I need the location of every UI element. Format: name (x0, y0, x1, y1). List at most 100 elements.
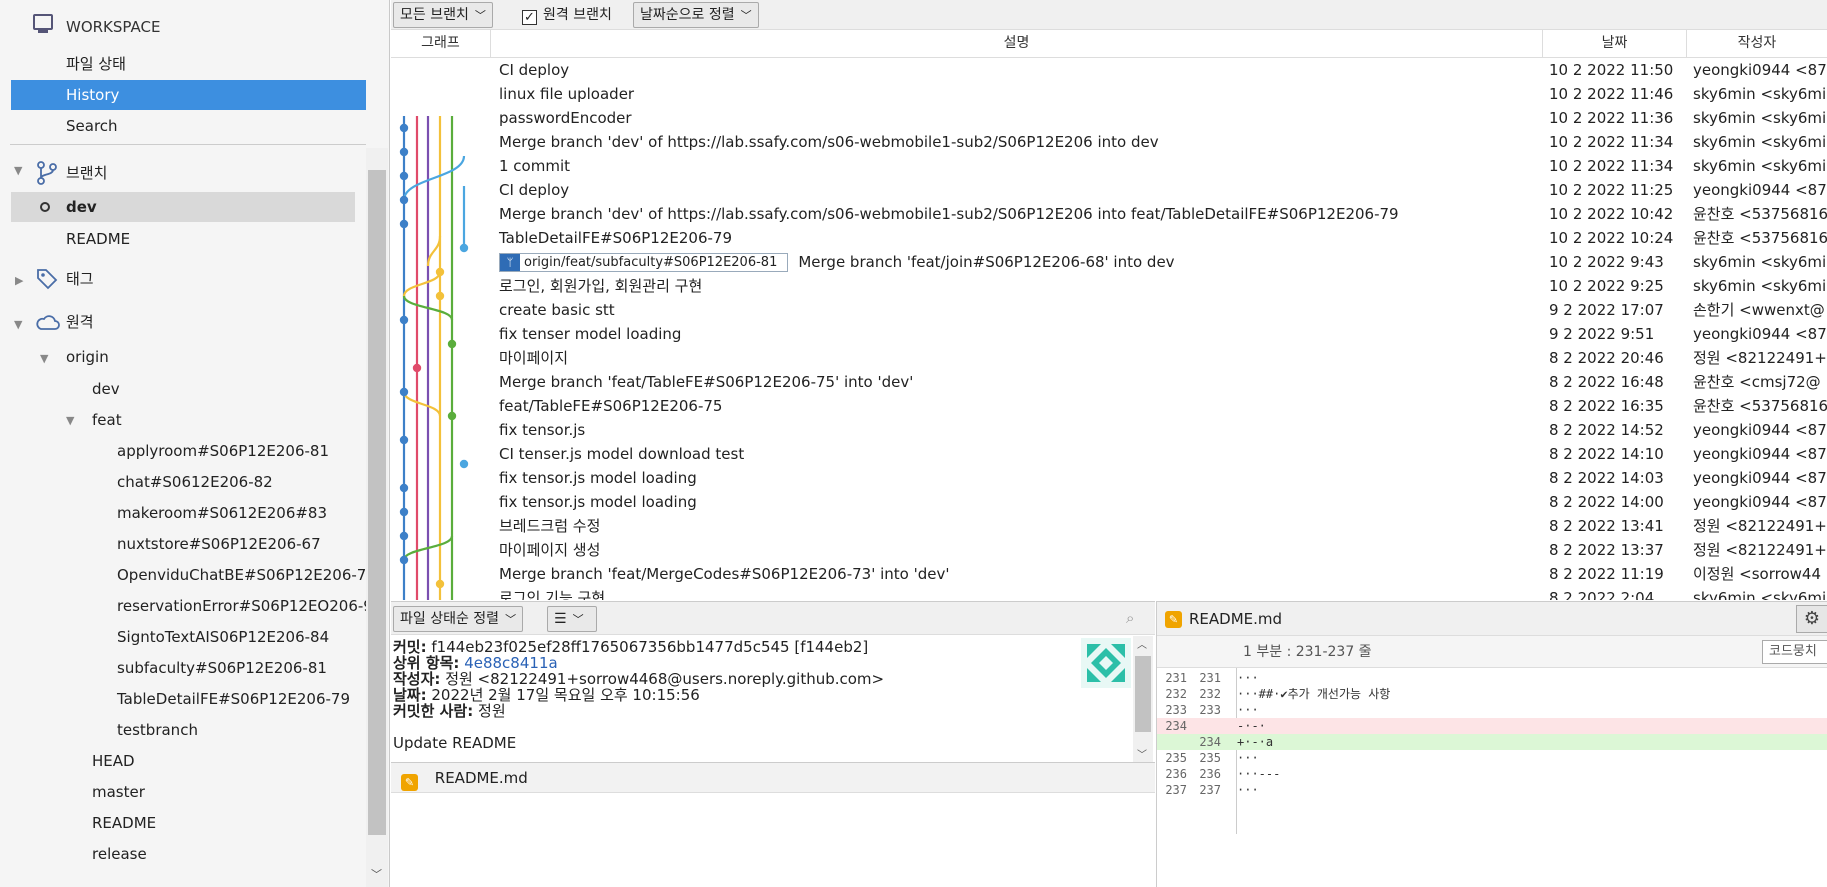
col-graph[interactable]: 그래프 (391, 30, 491, 58)
commit-row[interactable]: 로그인 기능 구현 8 2 2022 2:04 sky6min <sky6min (391, 586, 1827, 600)
commit-row[interactable]: CI deploy 10 2 2022 11:25 yeongki0944 <878 (391, 178, 1827, 202)
col-description[interactable]: 설명 (491, 30, 1543, 58)
sidebar-scroll-thumb[interactable] (368, 170, 386, 835)
remote-feat-branch[interactable]: applyroom#S06P12E206-81 (117, 436, 329, 466)
nav-history[interactable]: History (11, 80, 366, 110)
scroll-up-icon[interactable]: ︿ (1137, 636, 1147, 651)
commit-message: Merge branch 'feat/join#S06P12E206-68' i… (798, 253, 1175, 271)
commit-author: 윤찬호 <cmsj72@ (1693, 373, 1821, 391)
section-tags[interactable]: 태그 (66, 264, 94, 294)
diff-line: 235 235 ··· (1157, 750, 1827, 766)
remote-branch-head[interactable]: HEAD (92, 746, 135, 776)
search-icon[interactable]: ⌕ (1126, 609, 1134, 627)
new-line-number: 236 (1199, 767, 1221, 781)
col-author[interactable]: 작성자 (1687, 30, 1827, 58)
branch-readme[interactable]: README (66, 224, 130, 254)
chevron-down-icon[interactable]: ▼ (14, 318, 22, 331)
commit-row[interactable]: fix tensor.js model loading 8 2 2022 14:0… (391, 490, 1827, 514)
view-mode-dropdown[interactable]: ☰ ﹀ (547, 606, 597, 632)
chevron-down-icon: ﹀ (505, 613, 517, 626)
chevron-down-icon[interactable]: ▼ (40, 352, 48, 365)
commit-message: 브레드크럼 수정 (499, 517, 601, 535)
commit-row[interactable]: passwordEncoder 10 2 2022 11:36 sky6min <s… (391, 106, 1827, 130)
diff-line: 233 233 ··· (1157, 702, 1827, 718)
details-scroll-thumb[interactable] (1135, 656, 1151, 732)
scroll-down-icon[interactable]: ﹀ (371, 866, 382, 882)
commit-row[interactable]: 로그인, 회원가입, 회원관리 구현 10 2 2022 9:25 sky6min … (391, 274, 1827, 298)
commit-row[interactable]: Merge branch 'feat/TableFE#S06P12E206-75… (391, 370, 1827, 394)
commit-author: yeongki0944 <878 (1693, 181, 1827, 199)
commit-date: 10 2 2022 10:24 (1549, 229, 1674, 247)
section-remotes[interactable]: 원격 (66, 307, 94, 337)
remote-feat-branch[interactable]: TableDetailFE#S06P12E206-79 (117, 684, 350, 714)
commit-row[interactable]: linux file uploader 10 2 2022 11:46 sky6mi… (391, 82, 1827, 106)
gear-icon[interactable]: ⚙ (1796, 605, 1827, 633)
commit-row[interactable]: 1 commit 10 2 2022 11:34 sky6min <sky6min (391, 154, 1827, 178)
commit-row[interactable]: Merge branch 'feat/MergeCodes#S06P12E206… (391, 562, 1827, 586)
commit-row[interactable]: 브레드크럼 수정 8 2 2022 13:41 정원 <82122491+ (391, 514, 1827, 538)
col-date[interactable]: 날짜 (1543, 30, 1687, 58)
file-row[interactable]: ✎ README.md (391, 763, 1155, 793)
remote-folder-feat[interactable]: feat (92, 405, 122, 435)
all-branches-dropdown[interactable]: 모든 브랜치 ﹀ (393, 2, 493, 28)
commit-row[interactable]: 마이페이지 8 2 2022 20:46 정원 <82122491+ (391, 346, 1827, 370)
remote-branch-dev[interactable]: dev (92, 374, 120, 404)
chevron-down-icon[interactable]: ▼ (14, 164, 22, 177)
remote-branch-tag[interactable]: ᛘ origin/feat/subfaculty#S06P12E206-81 (499, 253, 789, 272)
remote-feat-branch[interactable]: SigntoTextAIS06P12E206-84 (117, 622, 329, 652)
commit-row[interactable]: Merge branch 'dev' of https://lab.ssafy.… (391, 130, 1827, 154)
commit-author: 윤찬호 <53756816 (1693, 397, 1827, 415)
workspace-label: WORKSPACE (66, 18, 161, 36)
file-sort-dropdown[interactable]: 파일 상태순 정렬 ﹀ (393, 606, 524, 632)
remote-feat-branch[interactable]: nuxtstore#S06P12E206-67 (117, 529, 321, 559)
commit-date: 8 2 2022 13:41 (1549, 517, 1664, 535)
diff-line-added: 234 +·-·a (1157, 734, 1827, 750)
commit-date: 9 2 2022 9:51 (1549, 325, 1655, 343)
remote-branches-checkbox[interactable]: ✓ 원격 브랜치 (522, 3, 612, 27)
branch-dev[interactable]: dev (11, 192, 355, 222)
changed-files-list: ✎ README.md (391, 762, 1155, 887)
commit-row[interactable]: feat/TableFE#S06P12E206-75 8 2 2022 16:35… (391, 394, 1827, 418)
commit-description: Merge branch 'feat/MergeCodes#S06P12E206… (499, 562, 949, 586)
commit-date: 10 2 2022 9:25 (1549, 277, 1664, 295)
remote-branch-readme[interactable]: README (92, 808, 156, 838)
commit-row[interactable]: TableDetailFE#S06P12E206-79 10 2 2022 10:… (391, 226, 1827, 250)
commit-author: yeongki0944 <878 (1693, 421, 1827, 439)
new-line-number: 231 (1199, 671, 1221, 685)
commit-row[interactable]: Merge branch 'dev' of https://lab.ssafy.… (391, 202, 1827, 226)
diff-line: 231 231 ··· (1157, 670, 1827, 686)
remote-branch-master[interactable]: master (92, 777, 145, 807)
chevron-down-icon[interactable]: ▼ (66, 414, 74, 427)
commit-row[interactable]: fix tensor.js model loading 8 2 2022 14:0… (391, 466, 1827, 490)
commit-row[interactable]: fix tenser model loading 9 2 2022 9:51 yeo… (391, 322, 1827, 346)
scroll-down-icon[interactable]: ﹀ (1137, 746, 1147, 761)
commit-date: 10 2 2022 11:36 (1549, 109, 1674, 127)
hunk-action-button[interactable]: 코드뭉치 (1762, 640, 1827, 664)
remote-feat-branch[interactable]: makeroom#S0612E206#83 (117, 498, 327, 528)
commit-row[interactable]: ᛘ origin/feat/subfaculty#S06P12E206-81 Mer… (391, 250, 1827, 274)
remote-feat-branch[interactable]: testbranch (117, 715, 198, 745)
line-content: ···##·✔추가 개선가능 사항 (1237, 687, 1391, 701)
nav-search[interactable]: Search (66, 111, 118, 141)
remote-feat-branch[interactable]: chat#S0612E206-82 (117, 467, 273, 497)
commit-row[interactable]: CI deploy 10 2 2022 11:50 yeongki0944 <878 (391, 58, 1827, 82)
remote-origin[interactable]: origin (66, 342, 109, 372)
list-icon: ☰ (554, 611, 567, 627)
commit-date: 10 2 2022 11:34 (1549, 157, 1674, 175)
remote-feat-branch[interactable]: OpenviduChatBE#S06P12E206-71 (117, 560, 376, 590)
chevron-right-icon[interactable]: ▶ (15, 274, 23, 287)
commit-row[interactable]: fix tensor.js 8 2 2022 14:52 yeongki0944 <… (391, 418, 1827, 442)
commit-row[interactable]: CI tenser.js model download test 8 2 2022… (391, 442, 1827, 466)
sort-dropdown[interactable]: 날짜순으로 정렬 ﹀ (633, 2, 759, 28)
commit-message: 로그인 기능 구현 (499, 589, 606, 600)
nav-file-status[interactable]: 파일 상태 (66, 49, 126, 79)
commit-row[interactable]: create basic stt 9 2 2022 17:07 손한기 <wwenx… (391, 298, 1827, 322)
line-content: ··· (1237, 783, 1259, 797)
remote-feat-branch[interactable]: reservationError#S06P12EO206-92 (117, 591, 382, 621)
remote-branch-release[interactable]: release (92, 839, 147, 869)
section-branches[interactable]: 브랜치 (66, 158, 107, 188)
line-content: -·-· (1237, 719, 1266, 733)
commit-row[interactable]: 마이페이지 생성 8 2 2022 13:37 정원 <82122491+ (391, 538, 1827, 562)
file-list-toolbar: 파일 상태순 정렬 ﹀ ☰ ﹀ ⌕ (391, 601, 1155, 635)
remote-feat-branch[interactable]: subfaculty#S06P12E206-81 (117, 653, 327, 683)
